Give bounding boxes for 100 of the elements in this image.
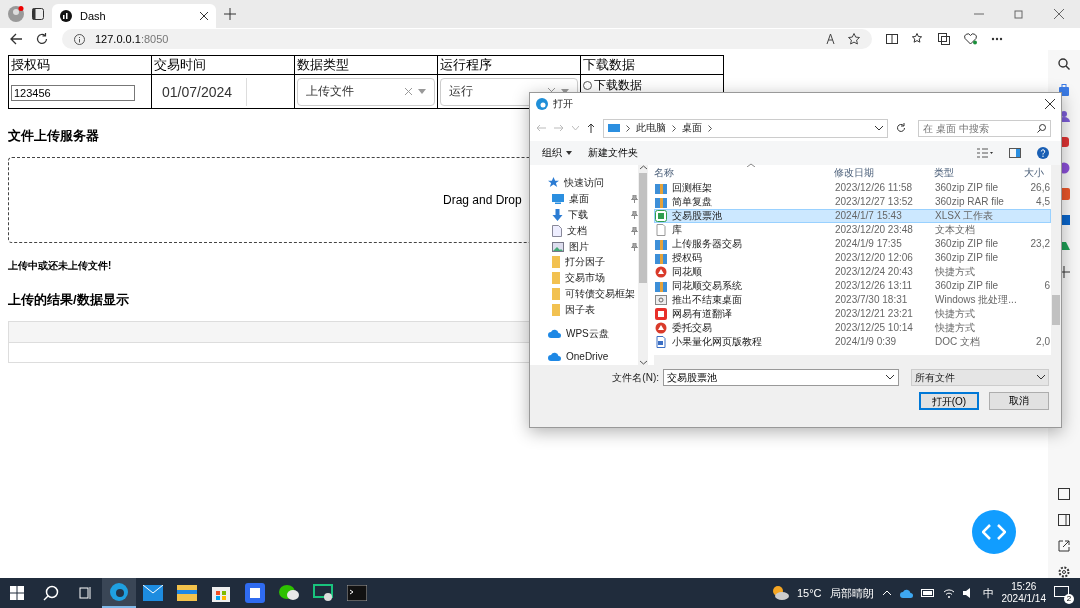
more-icon[interactable] [991,37,1003,41]
collections-icon[interactable] [938,33,950,45]
wifi-icon[interactable] [942,588,955,598]
data-type-dropdown[interactable]: 上传文件 [297,77,435,106]
refresh-icon[interactable] [36,33,48,45]
scrollbar-thumb[interactable] [639,173,647,283]
browser-tab[interactable]: Dash [52,4,216,28]
up-arrow-icon[interactable] [587,123,595,133]
breadcrumb-item[interactable]: 此电脑 [636,121,666,135]
address-bar[interactable]: 此电脑 桌面 [603,118,888,138]
nav-item[interactable]: 快速访问 [530,175,638,191]
radio-label[interactable]: 下载数据 [594,77,642,94]
pin-icon[interactable] [630,194,638,203]
column-header[interactable]: 名称 [654,167,834,179]
terminal-icon[interactable] [347,585,367,601]
nav-item[interactable]: WPS云盘 [530,325,638,342]
file-date: 2023/12/27 13:52 [835,196,914,208]
address-bar[interactable]: 127.0.0.1:8050 [62,29,872,49]
restore-icon[interactable] [1014,9,1024,19]
help-icon[interactable] [1037,147,1049,159]
tabs-icon[interactable] [32,8,44,20]
nav-item[interactable]: 交易市场 [530,270,638,287]
search-icon[interactable] [43,585,59,601]
file-type-dropdown[interactable]: 所有文件 [911,369,1049,386]
debug-button[interactable] [972,510,1016,554]
heart-icon[interactable] [964,33,977,45]
breadcrumb-item[interactable]: 桌面 [682,121,702,135]
filename-field[interactable]: 交易股票池 [663,369,899,386]
sidebar-icon[interactable] [1058,514,1070,526]
search-field[interactable]: 在 桌面 中搜索 [918,119,1051,137]
monitor-icon [608,123,620,133]
app-icon[interactable] [245,583,265,603]
preview-pane-icon[interactable] [1009,148,1021,158]
file-date: 2023/12/26 11:58 [835,182,914,194]
file-name: 推出不结束桌面 [672,294,742,306]
column-header[interactable]: 修改日期 [834,167,934,179]
view-list-icon[interactable] [977,148,993,158]
document-icon [552,224,562,237]
back-icon[interactable] [10,33,22,45]
cloud-icon[interactable] [899,588,913,598]
file-row[interactable]: 网易有道翻译 2023/12/21 23:21 快捷方式 [654,307,1051,321]
file-row[interactable]: 委托交易 2023/12/25 10:14 快捷方式 [654,321,1051,335]
store-icon[interactable] [212,584,230,602]
nav-item[interactable]: 打分因子 [530,254,638,271]
file-row[interactable]: 同花顺 2023/12/24 20:43 快捷方式 [654,265,1051,279]
weather-icon[interactable] [770,585,789,601]
screenshot-icon[interactable] [1058,488,1070,500]
monitor-icon[interactable] [313,584,333,602]
nav-item[interactable]: OneDrive [530,349,638,365]
pin-icon[interactable] [630,210,638,219]
scroll-up-icon[interactable] [639,165,647,170]
favorites-icon[interactable] [912,33,924,45]
auth-code-field[interactable]: 123456 [11,84,135,101]
file-row[interactable]: 小果量化网页版教程 2024/1/9 0:39 DOC 文档 2,0 [654,335,1051,349]
nav-item[interactable]: 下载 [530,206,638,223]
read-aloud-icon[interactable] [826,33,838,45]
nav-item[interactable]: 桌面 [530,190,638,207]
info-icon[interactable] [74,33,85,45]
caret-icon[interactable] [418,89,426,94]
nav-item[interactable]: 可转债交易框架 [530,286,638,303]
browser-icon[interactable] [109,582,129,602]
close-icon[interactable] [1045,99,1055,109]
input-method-indicator[interactable]: 中 [982,585,994,601]
chevron-up-icon[interactable] [881,590,892,596]
external-link-icon[interactable] [1058,540,1070,552]
cancel-button[interactable]: 取消 [989,392,1049,410]
chevron-down-icon[interactable] [1037,375,1045,380]
sort-caret-icon[interactable] [747,163,755,167]
new-folder-button[interactable]: 新建文件夹 [588,146,638,160]
task-view-icon[interactable] [78,586,92,600]
clock[interactable]: 15:26 2024/1/14 [1001,581,1046,605]
column-header[interactable]: 类型 [934,167,1024,179]
chevron-down-icon[interactable] [886,375,894,380]
nav-item[interactable]: 因子表 [530,302,638,319]
clear-icon[interactable] [405,88,412,95]
chevron-down-icon[interactable] [875,125,883,131]
refresh-icon[interactable] [896,123,906,133]
pin-icon[interactable] [630,226,638,235]
settings-icon[interactable] [1058,566,1070,578]
chat-icon[interactable] [278,584,300,602]
caret-icon[interactable] [561,89,569,94]
split-screen-icon[interactable] [886,33,898,45]
file-row[interactable]: 授权码 2023/12/20 12:06 360zip ZIP file [654,251,1051,265]
pin-icon[interactable] [630,242,638,251]
search-icon[interactable] [1058,58,1070,70]
start-icon[interactable] [10,586,24,600]
scrollbar-thumb[interactable] [1052,295,1060,325]
open-button[interactable]: 打开(O) [919,392,979,410]
organize-button[interactable]: 组织 [542,146,572,160]
nav-item[interactable]: 文档 [530,222,638,239]
search-icon[interactable] [1037,123,1046,133]
file-row[interactable]: 同花顺交易系统 2023/12/26 13:11 360zip ZIP file 6 [654,279,1051,293]
star-icon[interactable] [848,33,860,45]
file-row[interactable]: 交易股票池 2024/1/7 15:43 XLSX 工作表 [654,209,1051,223]
battery-icon[interactable] [920,589,935,597]
file-row[interactable]: 推出不结束桌面 2023/7/30 18:31 Windows 批处理... [654,293,1051,307]
plus-icon[interactable] [224,8,236,20]
scroll-down-icon[interactable] [639,360,647,365]
profile-icon[interactable] [8,6,24,22]
close-icon[interactable] [200,12,208,20]
